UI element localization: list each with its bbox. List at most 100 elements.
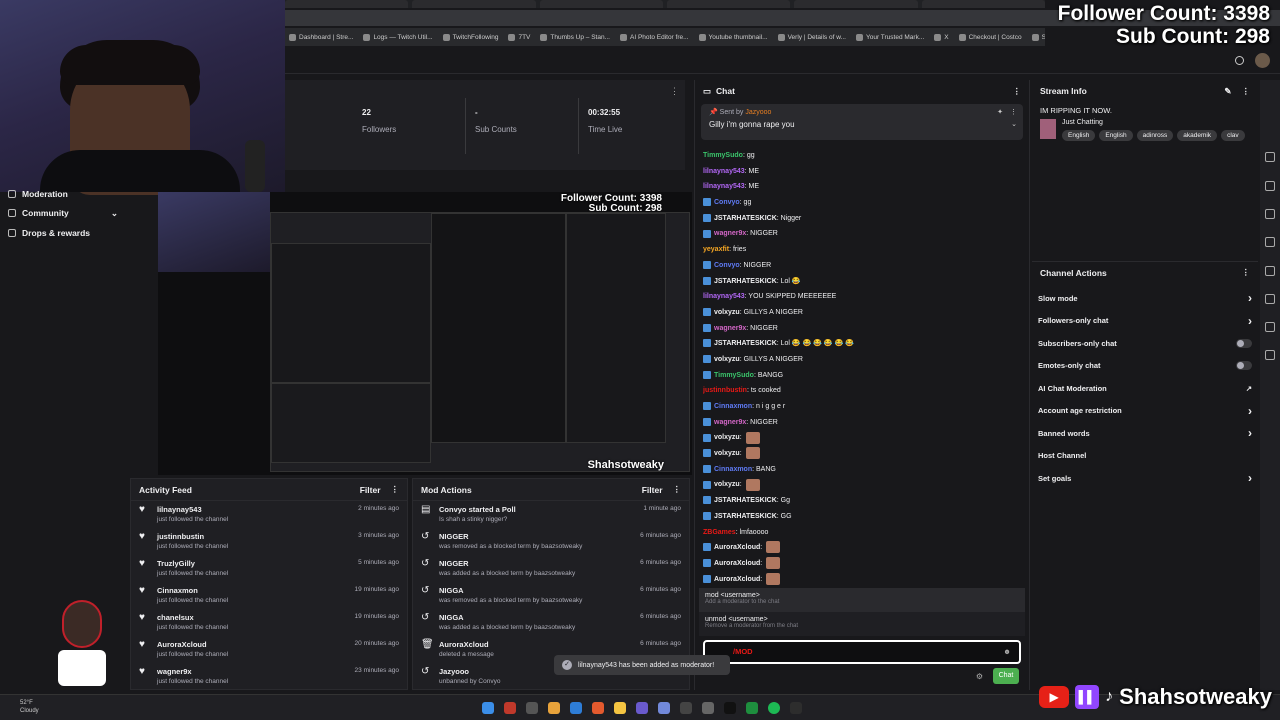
chat-username[interactable]: wagner9x bbox=[714, 230, 746, 237]
chat-username[interactable]: TimmySudo bbox=[703, 152, 743, 159]
stream-tag[interactable]: adinross bbox=[1136, 130, 1174, 141]
chat-message[interactable]: TimmySudo: BANGG bbox=[703, 368, 1019, 384]
suggestion-unmod[interactable]: unmod <username> Remove a moderator from … bbox=[699, 612, 1025, 636]
mod-action-row[interactable]: ▤ Convyo started a Poll Is shah a stinky n… bbox=[413, 501, 689, 528]
chat-message[interactable]: Cinnaxmon: n i g g e r bbox=[703, 399, 1019, 415]
toggle-switch[interactable] bbox=[1236, 338, 1252, 348]
feed-row[interactable]: ♥ chanelsux just followed the channel 19 mi… bbox=[131, 609, 407, 636]
chat-message[interactable]: ZBGames: lmfaoooo bbox=[703, 525, 1019, 541]
excel-icon[interactable] bbox=[746, 702, 758, 714]
chat-message[interactable]: wagner9x: NIGGER bbox=[703, 415, 1019, 431]
obs-icon[interactable] bbox=[680, 702, 692, 714]
filter-button[interactable]: Filter bbox=[360, 485, 381, 495]
edge-icon[interactable] bbox=[570, 702, 582, 714]
chat-username[interactable]: AuroraXcloud bbox=[714, 576, 760, 583]
search-icon[interactable] bbox=[1235, 56, 1244, 65]
chat-username[interactable]: volxyzu bbox=[714, 434, 740, 441]
mod-action-row[interactable]: ↺ NIGGER was removed as a blocked term by … bbox=[413, 528, 689, 555]
chat-message[interactable]: JSTARHATESKICK: GG bbox=[703, 509, 1019, 525]
quick-action-icon[interactable] bbox=[1265, 266, 1275, 276]
bookmark-item[interactable]: Logs — Twitch Util... bbox=[363, 34, 432, 41]
edit-icon[interactable]: ✎ bbox=[1224, 86, 1231, 97]
more-icon[interactable]: ⋮ bbox=[1013, 86, 1022, 97]
nav-item-moderation[interactable]: Moderation bbox=[0, 185, 128, 203]
stream-preview[interactable]: Follower Count: 3398 Sub Count: 298 Shahs… bbox=[158, 192, 692, 475]
channel-action-banned-words[interactable]: Banned words › bbox=[1032, 422, 1258, 445]
taskbar-app-icon[interactable] bbox=[592, 702, 604, 714]
bookmark-item[interactable]: 7TV bbox=[508, 34, 530, 41]
chat-message[interactable]: JSTARHATESKICK: Gg bbox=[703, 493, 1019, 509]
chat-username[interactable]: Cinnaxmon bbox=[714, 403, 752, 410]
chat-username[interactable]: volxyzu bbox=[714, 481, 740, 488]
chat-message[interactable]: justinnbustin: ts cooked bbox=[703, 383, 1019, 399]
nav-item-drops[interactable]: Drops & rewards bbox=[0, 223, 128, 243]
chat-username[interactable]: volxyzu bbox=[714, 450, 740, 457]
chat-message[interactable]: volxyzu: GILLYS A NIGGER bbox=[703, 352, 1019, 368]
channel-action-followers-only-chat[interactable]: Followers-only chat › bbox=[1032, 310, 1258, 333]
quick-action-icon[interactable] bbox=[1265, 181, 1275, 191]
chat-username[interactable]: Convyo bbox=[714, 199, 740, 206]
browser-tab[interactable] bbox=[285, 0, 409, 8]
more-icon[interactable]: ⋮ bbox=[673, 484, 682, 495]
chrome-icon[interactable] bbox=[548, 702, 560, 714]
chat-message[interactable]: lilnaynay543: YOU SKIPPED MEEEEEEE bbox=[703, 289, 1019, 305]
quick-action-icon[interactable] bbox=[1265, 294, 1275, 304]
chat-message[interactable]: yeyaxfit: fries bbox=[703, 242, 1019, 258]
filter-button[interactable]: Filter bbox=[642, 485, 663, 495]
chat-message[interactable]: volxyzu: bbox=[703, 446, 1019, 462]
more-icon[interactable]: ⋮ bbox=[670, 86, 679, 97]
chat-message[interactable]: wagner9x: NIGGER bbox=[703, 226, 1019, 242]
settings-icon[interactable]: ⚙ bbox=[976, 672, 983, 681]
chat-username[interactable]: JSTARHATESKICK bbox=[714, 215, 777, 222]
chat-username[interactable]: Convyo bbox=[714, 262, 740, 269]
bookmark-item[interactable]: Your Trusted Mark... bbox=[856, 34, 924, 41]
chat-username[interactable]: yeyaxfit bbox=[703, 246, 729, 253]
chat-message[interactable]: volxyzu: GILLYS A NIGGER bbox=[703, 305, 1019, 321]
bookmark-item[interactable]: AI Photo Editor fre... bbox=[620, 34, 689, 41]
feed-row[interactable]: ♥ AuroraXcloud just followed the channel 20… bbox=[131, 636, 407, 663]
chat-message[interactable]: JSTARHATESKICK: Lol 😂 bbox=[703, 274, 1019, 290]
bookmark-item[interactable]: Youtube thumbnail... bbox=[699, 34, 768, 41]
stream-tag[interactable]: English bbox=[1099, 130, 1133, 141]
mod-action-row[interactable]: ↺ NIGGA was added as a blocked term by baa… bbox=[413, 609, 689, 636]
channel-action-subscribers-only-chat[interactable]: Subscribers-only chat bbox=[1032, 332, 1258, 355]
chat-username[interactable]: TimmySudo bbox=[714, 372, 754, 379]
chat-message[interactable]: volxyzu: bbox=[703, 430, 1019, 446]
bookmark-item[interactable]: X bbox=[934, 34, 948, 41]
quick-action-icon[interactable] bbox=[1265, 322, 1275, 332]
pinned-message[interactable]: 📌 Sent by Jazyooo Gilly i'm gonna rape y… bbox=[701, 104, 1023, 140]
bookmark-item[interactable]: Dashboard | Stre... bbox=[289, 34, 353, 41]
chat-username[interactable]: ZBGames bbox=[703, 529, 736, 536]
chat-message[interactable]: Convyo: NIGGER bbox=[703, 258, 1019, 274]
channel-action-emotes-only-chat[interactable]: Emotes-only chat bbox=[1032, 355, 1258, 378]
bookmark-item[interactable]: Thumbs Up – Stan... bbox=[540, 34, 610, 41]
spotify-icon[interactable] bbox=[768, 702, 780, 714]
chat-message[interactable]: Cinnaxmon: BANG bbox=[703, 462, 1019, 478]
chat-message[interactable]: AuroraXcloud: bbox=[703, 540, 1019, 556]
chat-send-button[interactable]: Chat bbox=[993, 668, 1019, 684]
capcut-icon[interactable] bbox=[724, 702, 736, 714]
chat-input[interactable]: /MOD ☻ bbox=[703, 640, 1021, 664]
toggle-switch[interactable] bbox=[1236, 361, 1252, 371]
chat-message[interactable]: JSTARHATESKICK: Lol 😂 😂 😂 😂 😂 😂 bbox=[703, 336, 1019, 352]
channel-action-ai-chat-moderation[interactable]: AI Chat Moderation ↗ bbox=[1032, 377, 1258, 400]
browser-tab[interactable] bbox=[666, 0, 791, 8]
emote-icon[interactable]: ☻ bbox=[1003, 647, 1011, 656]
quick-action-icon[interactable] bbox=[1265, 350, 1275, 360]
browser-tab[interactable] bbox=[921, 0, 1045, 8]
chat-username[interactable]: lilnaynay543 bbox=[703, 168, 745, 175]
quick-action-icon[interactable] bbox=[1265, 237, 1275, 247]
mod-action-row[interactable]: ↺ NIGGER was added as a blocked term by ba… bbox=[413, 555, 689, 582]
channel-action-set-goals[interactable]: Set goals › bbox=[1032, 467, 1258, 490]
feed-row[interactable]: ♥ Cinnaxmon just followed the channel 19 mi… bbox=[131, 582, 407, 609]
taskbar-app-icon[interactable] bbox=[504, 702, 516, 714]
more-icon[interactable]: ⋮ bbox=[1242, 267, 1251, 278]
chat-username[interactable]: AuroraXcloud bbox=[714, 544, 760, 551]
stream-tag[interactable]: English bbox=[1062, 130, 1096, 141]
nav-item-community[interactable]: Community ⌄ bbox=[0, 203, 128, 223]
chat-username[interactable]: wagner9x bbox=[714, 419, 746, 426]
chat-message[interactable]: lilnaynay543: ME bbox=[703, 164, 1019, 180]
feed-row[interactable]: ♥ justinnbustin just followed the channel 3… bbox=[131, 528, 407, 555]
chat-username[interactable]: lilnaynay543 bbox=[703, 183, 745, 190]
chat-username[interactable]: JSTARHATESKICK bbox=[714, 497, 777, 504]
